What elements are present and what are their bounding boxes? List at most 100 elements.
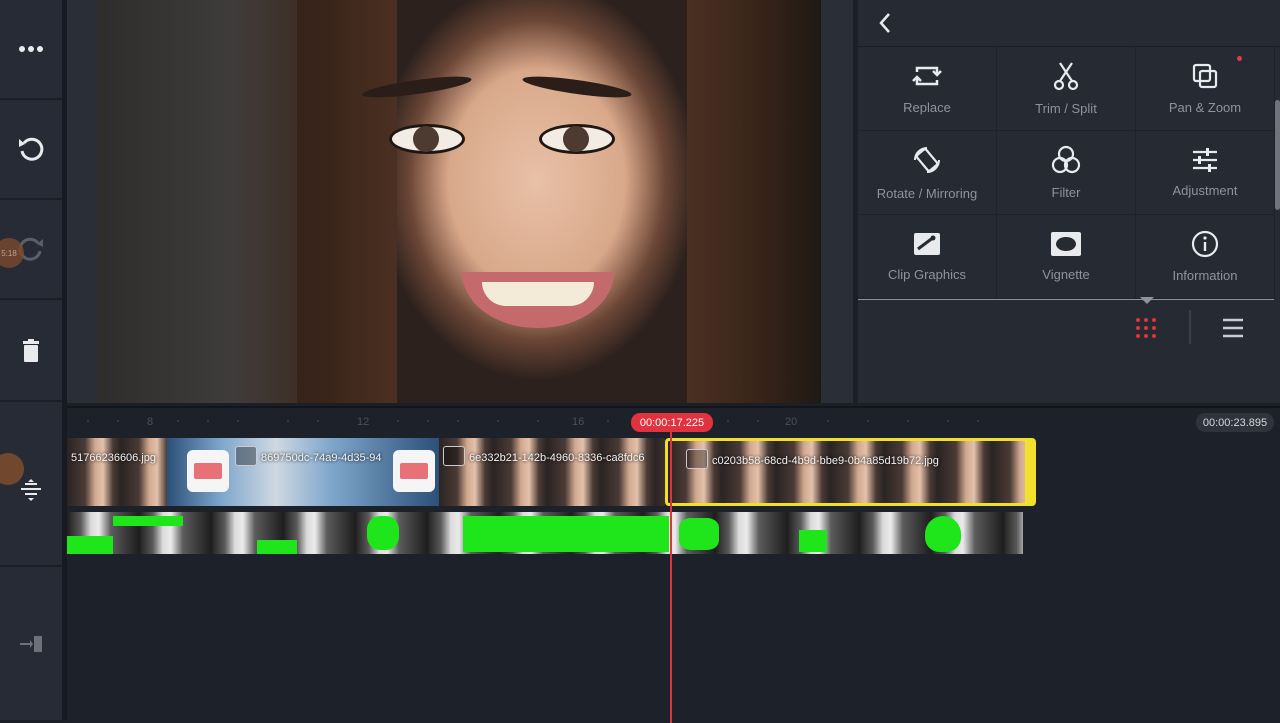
ruler-tick [727, 420, 729, 422]
timeline-clip[interactable]: 51766236606.jpg [67, 438, 167, 506]
ruler-tick [947, 420, 949, 422]
ruler-tick [397, 420, 399, 422]
filter-button[interactable]: Filter [997, 131, 1136, 215]
ruler-tick [977, 420, 979, 422]
scissors-icon [1053, 62, 1079, 91]
more-button[interactable] [0, 0, 62, 100]
vignette-icon [1051, 232, 1081, 256]
undo-button[interactable] [0, 100, 62, 200]
ruler-tick [317, 420, 319, 422]
timeline-clip[interactable]: 6e332b21-142b-4960-8336-ca8fdc6 [439, 438, 665, 506]
chroma-overlay [113, 516, 183, 526]
image-clip-icon [686, 449, 708, 469]
undo-icon [19, 137, 44, 161]
video-preview[interactable] [67, 0, 853, 403]
ruler-tick [87, 420, 89, 422]
preview-frame [97, 0, 821, 403]
adjustment-button[interactable]: Adjustment [1136, 131, 1275, 215]
clip-filename: 6e332b21-142b-4960-8336-ca8fdc6 [469, 452, 645, 464]
ruler-tick [607, 420, 609, 422]
new-indicator-dot [1237, 56, 1242, 61]
ruler-tick [177, 420, 179, 422]
selected-clip[interactable]: c0203b58-68cd-4b9d-bbe9-0b4a85d19b72.jpg [665, 438, 1036, 506]
pan-zoom-button[interactable]: Pan & Zoom [1136, 47, 1275, 131]
left-toolbar: 5:18 [0, 0, 62, 720]
clip-filename: 869750dc-74a9-4d35-94 [261, 452, 382, 464]
ruler-tick [757, 420, 759, 422]
transition-button[interactable] [393, 450, 435, 492]
preview-brow-right [521, 72, 633, 102]
grid-dots-icon [1136, 318, 1156, 338]
trim-split-label: Trim / Split [1035, 101, 1097, 116]
trash-icon [23, 339, 39, 362]
information-label: Information [1172, 268, 1238, 283]
total-duration: 00:00:23.895 [1196, 413, 1274, 432]
ruler-tick [427, 420, 429, 422]
clip-graphics-label: Clip Graphics [887, 267, 967, 282]
hamburger-icon [1223, 318, 1243, 338]
trim-handle[interactable] [1025, 441, 1033, 503]
ruler-tick [457, 420, 459, 422]
rotate-icon [914, 147, 940, 173]
panel-header [858, 0, 1280, 47]
ruler-label: 8 [147, 416, 154, 428]
playhead[interactable] [670, 413, 672, 723]
clip-filename: 51766236606.jpg [71, 452, 157, 464]
panel-divider [858, 299, 1274, 300]
menu-button[interactable] [1220, 316, 1246, 340]
ruler-tick [287, 420, 289, 422]
chroma-overlay [257, 540, 297, 554]
chroma-overlay [367, 516, 399, 550]
ruler-tick [207, 420, 209, 422]
clip-graphics-button[interactable]: Clip Graphics [858, 215, 997, 299]
ruler-tick [827, 420, 829, 422]
sliders-icon [1193, 148, 1217, 172]
chroma-overlay [925, 516, 961, 552]
preview-iris-left [413, 126, 439, 152]
replace-icon [912, 66, 942, 86]
panel-footer-divider [1189, 310, 1191, 344]
timeline[interactable]: 8 12 16 20 51766236606.jpg 869750dc-74a9… [67, 406, 1280, 723]
chroma-overlay [679, 518, 719, 550]
rotate-mirroring-button[interactable]: Rotate / Mirroring [858, 131, 997, 215]
panel-caret [1140, 297, 1154, 304]
more-icon [19, 46, 43, 52]
transition-button[interactable] [187, 450, 229, 492]
exit-button[interactable] [0, 567, 62, 720]
split-layers-icon [21, 479, 41, 501]
filter-label: Filter [1051, 185, 1081, 200]
replace-label: Replace [903, 100, 951, 115]
panel-scrollbar[interactable] [1275, 100, 1280, 210]
pan-zoom-icon [1192, 63, 1218, 89]
information-button[interactable]: Information [1136, 215, 1275, 299]
clip-filename: c0203b58-68cd-4b9d-bbe9-0b4a85d19b72.jpg [712, 455, 939, 467]
replace-button[interactable]: Replace [858, 47, 997, 131]
chroma-overlay [67, 536, 113, 554]
redo-button[interactable]: 5:18 [0, 200, 62, 300]
ruler-tick [537, 420, 539, 422]
clip-edit-panel: Replace Trim / Split Pan & Zoom Rotate /… [858, 0, 1280, 403]
current-time: 00:00:17.225 [631, 413, 713, 432]
ruler-tick [867, 420, 869, 422]
timeline-layer-button[interactable] [0, 405, 62, 567]
preview-hair-left [227, 0, 397, 403]
trim-split-button[interactable]: Trim / Split [997, 47, 1136, 131]
filter-icon [1051, 145, 1081, 174]
vignette-button[interactable]: Vignette [997, 215, 1136, 299]
preview-teeth [482, 282, 594, 306]
vignette-label: Vignette [1042, 267, 1090, 282]
delete-button[interactable] [0, 302, 62, 402]
transition-icon [400, 463, 428, 479]
panel-grid: Replace Trim / Split Pan & Zoom Rotate /… [858, 47, 1275, 299]
overlay-track[interactable] [67, 512, 1023, 554]
ruler-label: 16 [572, 416, 585, 428]
exit-icon [20, 635, 42, 652]
clip-graphics-icon [914, 233, 940, 255]
pan-zoom-label: Pan & Zoom [1168, 100, 1242, 115]
grid-view-button[interactable] [1132, 314, 1160, 342]
back-button[interactable] [868, 6, 902, 40]
preview-hair-right [687, 0, 821, 403]
chevron-left-icon [879, 13, 890, 33]
ruler-tick [237, 420, 239, 422]
rotate-mirroring-label: Rotate / Mirroring [876, 186, 978, 201]
